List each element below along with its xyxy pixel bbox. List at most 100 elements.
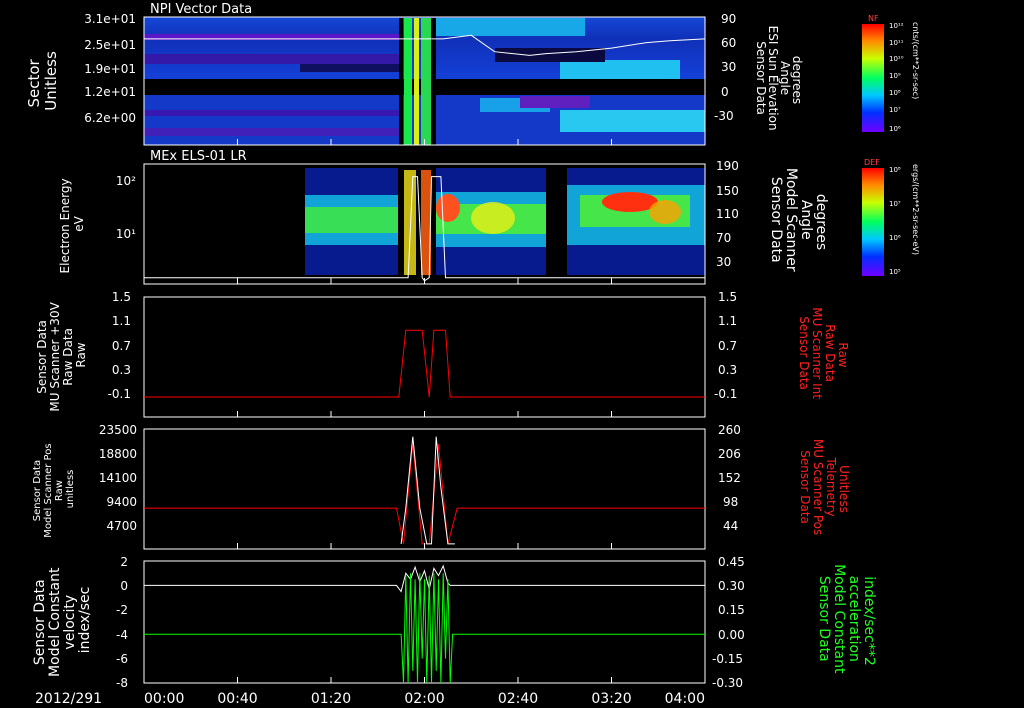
els-right-label-line1: Sensor Data (768, 177, 784, 263)
scanner-pos-left-ticks: 23500 18800 14100 9400 4700 (99, 423, 137, 533)
npi-cyan-patch-1 (435, 18, 585, 36)
mu-raw-right-label-line1: Sensor Data (797, 316, 811, 390)
npi-right-label-line2: ESI Sun Elevation (766, 26, 780, 131)
els-burst-1 (404, 170, 416, 275)
mu-raw-left-tick: 1.5 (112, 290, 131, 304)
els-colorbar-tick: 10⁵ (889, 268, 901, 276)
velocity-left-label-line3: velocity (62, 595, 78, 650)
els-right-tick: 110 (716, 207, 739, 221)
npi-left-tick: 3.1e+01 (84, 12, 136, 26)
npi-left-label-line1: Sector (25, 58, 43, 107)
velocity-right-tick: 0.45 (718, 555, 745, 569)
els-colorbar-units: ergs/(cm**2-sr-sec-eV) (911, 164, 920, 255)
els-left-label-line2: eV (72, 215, 86, 231)
panel-mu-raw: 1.5 1.1 0.7 0.3 -0.1 1.5 1.1 0.7 0.3 -0.… (35, 290, 850, 418)
scanner-pos-series-group (144, 436, 705, 545)
velocity-right-ticks: 0.45 0.30 0.15 0.00 -0.15 -0.30 (712, 555, 745, 690)
panel-els: MEx ELS-01 LR 10² 10¹ 190 150 110 70 30 … (58, 149, 920, 285)
mu-raw-right-tick: 1.5 (718, 290, 737, 304)
npi-burst-green-1 (404, 18, 412, 145)
npi-right-axis-label: Sensor Data ESI Sun Elevation Angle degr… (754, 26, 804, 135)
els-colorbar-tick: 10⁸ (889, 166, 901, 174)
npi-right-label-line1: Sensor Data (754, 41, 768, 115)
npi-right-tick: 60 (721, 36, 736, 50)
npi-heatmap-field (144, 17, 705, 145)
time-tick-label: 03:20 (591, 691, 631, 707)
els-right-label-line4: degrees (813, 194, 829, 250)
npi-left-tick: 6.2e+00 (84, 111, 136, 125)
mu-raw-right-label-line2: MU Scanner Int (810, 307, 824, 399)
mu-raw-left-ticks: 1.5 1.1 0.7 0.3 -0.1 (108, 290, 131, 401)
velocity-left-tick: 2 (120, 555, 128, 569)
scanner-pos-right-label-line3: Telemetry (824, 456, 838, 516)
scanner-pos-left-tick: 9400 (106, 495, 137, 509)
npi-right-tick: 90 (721, 12, 736, 26)
mu-raw-left-tick: -0.1 (108, 387, 131, 401)
npi-colorbar-tick: 10⁶ (889, 125, 901, 133)
els-right-label-line3: Angle (798, 200, 814, 240)
npi-purple-right (520, 96, 590, 108)
els-left-tick: 10² (116, 174, 136, 188)
velocity-left-tick: -6 (116, 652, 128, 666)
velocity-series-group (144, 564, 705, 684)
scanner-pos-left-label-line2: Model Scanner Pos (43, 443, 54, 537)
npi-colorbar-tick: 10⁹ (889, 72, 901, 80)
npi-colorbar-units: cnts/(cm**2-sr-sec) (911, 22, 920, 99)
panel-velocity: 2 0 -2 -4 -6 -8 0.45 0.30 0.15 0.00 -0.1… (32, 555, 877, 690)
scanner-pos-left-tick: 18800 (99, 447, 137, 461)
scanner-pos-right-tick: 152 (718, 471, 741, 485)
velocity-right-tick: 0.15 (718, 603, 745, 617)
scanner-pos-right-label-line1: Sensor Data (798, 450, 812, 524)
els-gap-1 (399, 168, 403, 275)
mu-raw-left-tick: 1.1 (112, 314, 131, 328)
els-colorbar-tick: 10⁷ (889, 200, 901, 208)
npi-left-label-line2: Unitless (42, 51, 60, 111)
npi-left-tick: 2.5e+01 (84, 38, 136, 52)
mu-raw-series-red-line (144, 329, 705, 398)
mu-raw-left-label-line4: Raw (74, 342, 88, 367)
els-colorbar-label: DEF (864, 158, 880, 167)
npi-colorbar-tick: 10¹² (889, 22, 904, 30)
npi-right-ticks: 90 60 30 0 -30 (714, 12, 736, 123)
npi-left-tick: 1.9e+01 (84, 62, 136, 76)
npi-colorbar-label: NF (868, 14, 879, 23)
mu-raw-right-ticks: 1.5 1.1 0.7 0.3 -0.1 (714, 290, 737, 401)
els-colorbar-tick: 10⁶ (889, 234, 901, 242)
scanner-pos-left-tick: 14100 (99, 471, 137, 485)
velocity-left-label-line4: index/sec (77, 587, 93, 654)
velocity-left-axis-label: Sensor Data Model Constant velocity inde… (32, 563, 93, 677)
time-tick-label: 02:40 (498, 691, 538, 707)
velocity-right-tick: 0.00 (718, 628, 745, 642)
velocity-right-label-line1: Sensor Data (816, 576, 832, 662)
mu-raw-right-label-line3: Raw Data (823, 324, 837, 382)
scanner-pos-left-label-line1: Sensor Data (32, 460, 43, 521)
mu-raw-right-label-line4: Raw (836, 342, 850, 367)
velocity-series-green-line (144, 573, 705, 684)
els-left-tick: 10¹ (116, 227, 136, 241)
npi-right-label-line3: Angle (778, 61, 792, 95)
date-label: 2012/291 (35, 691, 102, 707)
mu-raw-left-axis-label: Sensor Data MU Scanner +30V Raw Data Raw (35, 298, 88, 411)
els-left-axis-label: Electron Energy eV (58, 175, 86, 274)
els-right-ticks: 190 150 110 70 30 (716, 159, 739, 269)
npi-burst-black-2 (431, 18, 436, 145)
npi-left-tick: 1.2e+01 (84, 85, 136, 99)
npi-dark-gap-1 (300, 64, 400, 72)
npi-colorbar-strip (862, 24, 884, 132)
time-tick-label: 00:40 (217, 691, 257, 707)
npi-stripe-purple-2 (144, 54, 399, 64)
velocity-left-ticks: 2 0 -2 -4 -6 -8 (116, 555, 128, 690)
velocity-left-tick: -4 (116, 628, 128, 642)
npi-stripe-purple-3 (144, 110, 399, 116)
scanner-pos-right-tick: 44 (723, 519, 738, 533)
velocity-left-tick: -8 (116, 676, 128, 690)
els-heatmap-field (305, 168, 705, 275)
velocity-left-label-line1: Sensor Data (32, 579, 48, 665)
els-warm-spot-1 (471, 202, 515, 234)
velocity-right-tick: -0.15 (712, 652, 743, 666)
velocity-right-label-line2: Model Constant (831, 564, 847, 674)
els-colorbar-strip (862, 168, 884, 276)
els-right-tick: 150 (716, 184, 739, 198)
mu-raw-left-tick: 0.3 (112, 363, 131, 377)
els-right-tick: 70 (716, 231, 731, 245)
